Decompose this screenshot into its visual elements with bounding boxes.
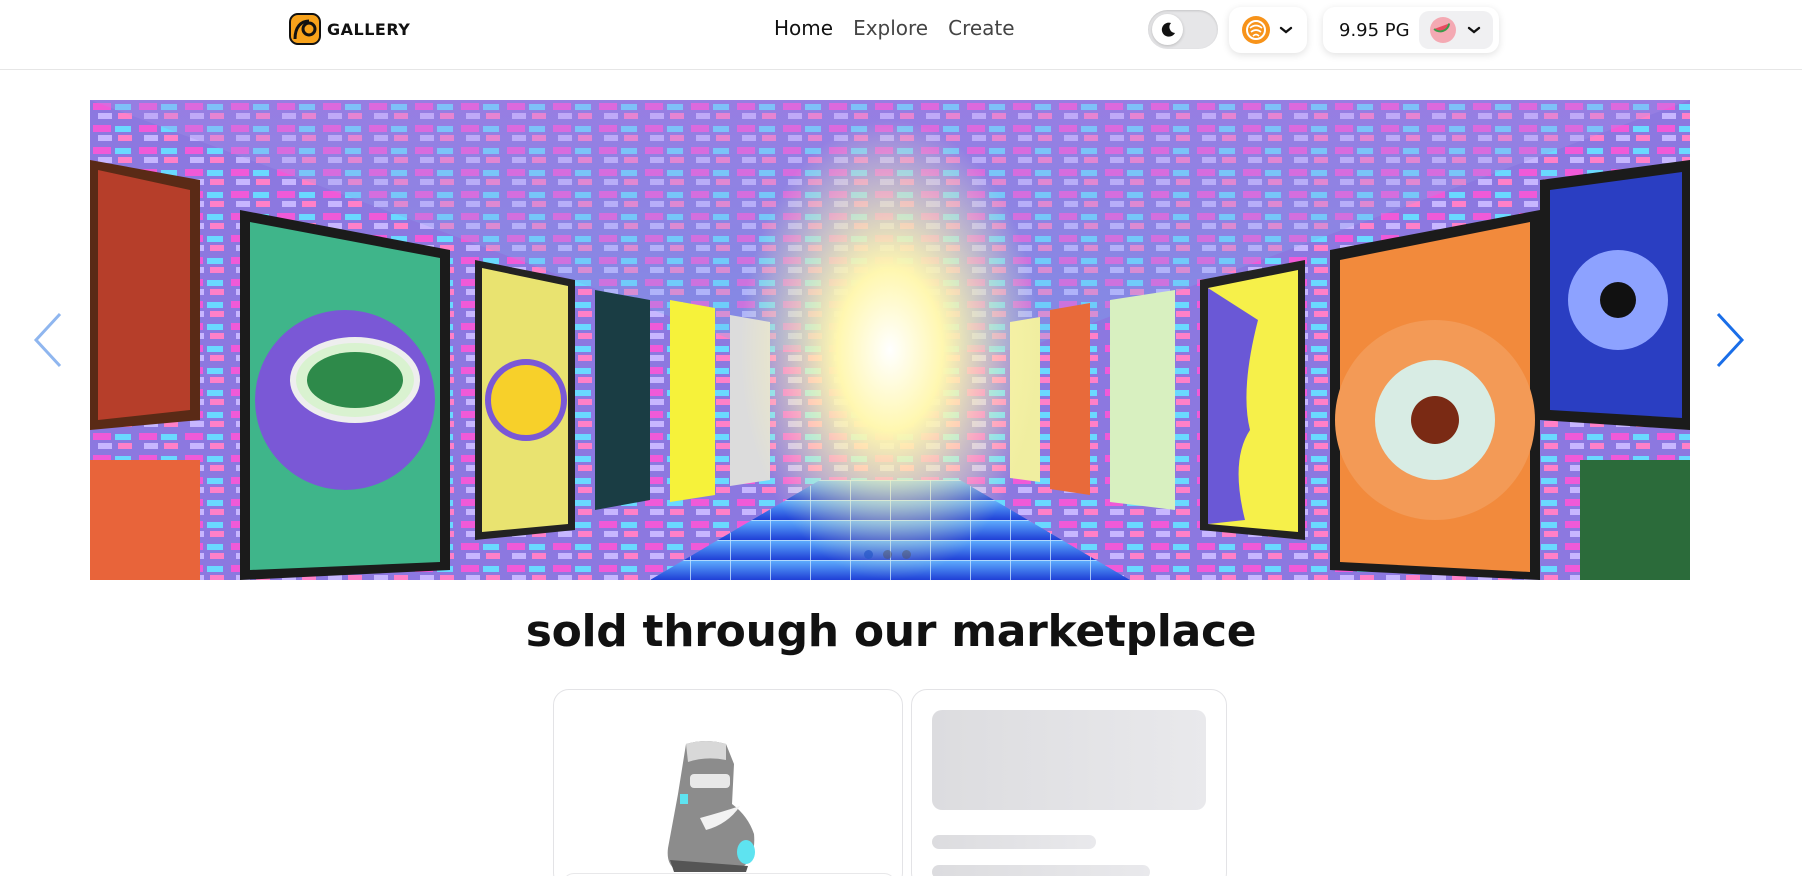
skeleton-image <box>932 710 1206 810</box>
nav-home[interactable]: Home <box>774 16 833 40</box>
main-nav: Home Explore Create <box>774 16 1015 40</box>
section-title: sold through our marketplace <box>525 606 1257 657</box>
brand-name: GALLERY <box>327 19 411 39</box>
carousel-dot[interactable] <box>902 550 911 559</box>
chevron-down-icon <box>1279 26 1293 34</box>
theme-toggle-knob <box>1152 14 1183 45</box>
brand-logo[interactable]: GALLERY <box>289 13 410 45</box>
carousel-pagination <box>864 550 911 559</box>
sneaker-image <box>667 741 755 872</box>
product-card[interactable] <box>553 689 903 876</box>
network-selector[interactable] <box>1229 7 1307 53</box>
hero-carousel-slide[interactable] <box>90 100 1690 580</box>
carousel-prev-button[interactable] <box>30 310 66 370</box>
account-dropdown[interactable] <box>1419 11 1493 49</box>
chevron-down-icon <box>1467 26 1481 34</box>
gallery-corridor-image <box>90 100 1690 580</box>
nav-create[interactable]: Create <box>948 16 1014 40</box>
loading-skeleton-card <box>911 689 1227 876</box>
chevron-left-icon <box>33 312 62 368</box>
top-header: GALLERY Home Explore Create 9.95 PG <box>0 0 1802 70</box>
skeleton-line <box>932 865 1150 876</box>
skeleton-line <box>932 835 1096 849</box>
carousel-dot[interactable] <box>883 550 892 559</box>
watermelon-avatar-icon <box>1430 17 1456 43</box>
carousel-next-button[interactable] <box>1712 310 1748 370</box>
carousel-dot[interactable] <box>864 550 873 559</box>
network-badge-icon <box>1242 16 1270 44</box>
nav-explore[interactable]: Explore <box>853 16 928 40</box>
gallery-logo-icon <box>289 13 321 45</box>
chevron-right-icon <box>1716 312 1745 368</box>
wallet-balance: 9.95 PG <box>1339 19 1410 41</box>
moon-icon <box>1161 22 1175 37</box>
theme-toggle[interactable] <box>1148 10 1218 49</box>
wallet-menu[interactable]: 9.95 PG <box>1323 7 1499 53</box>
